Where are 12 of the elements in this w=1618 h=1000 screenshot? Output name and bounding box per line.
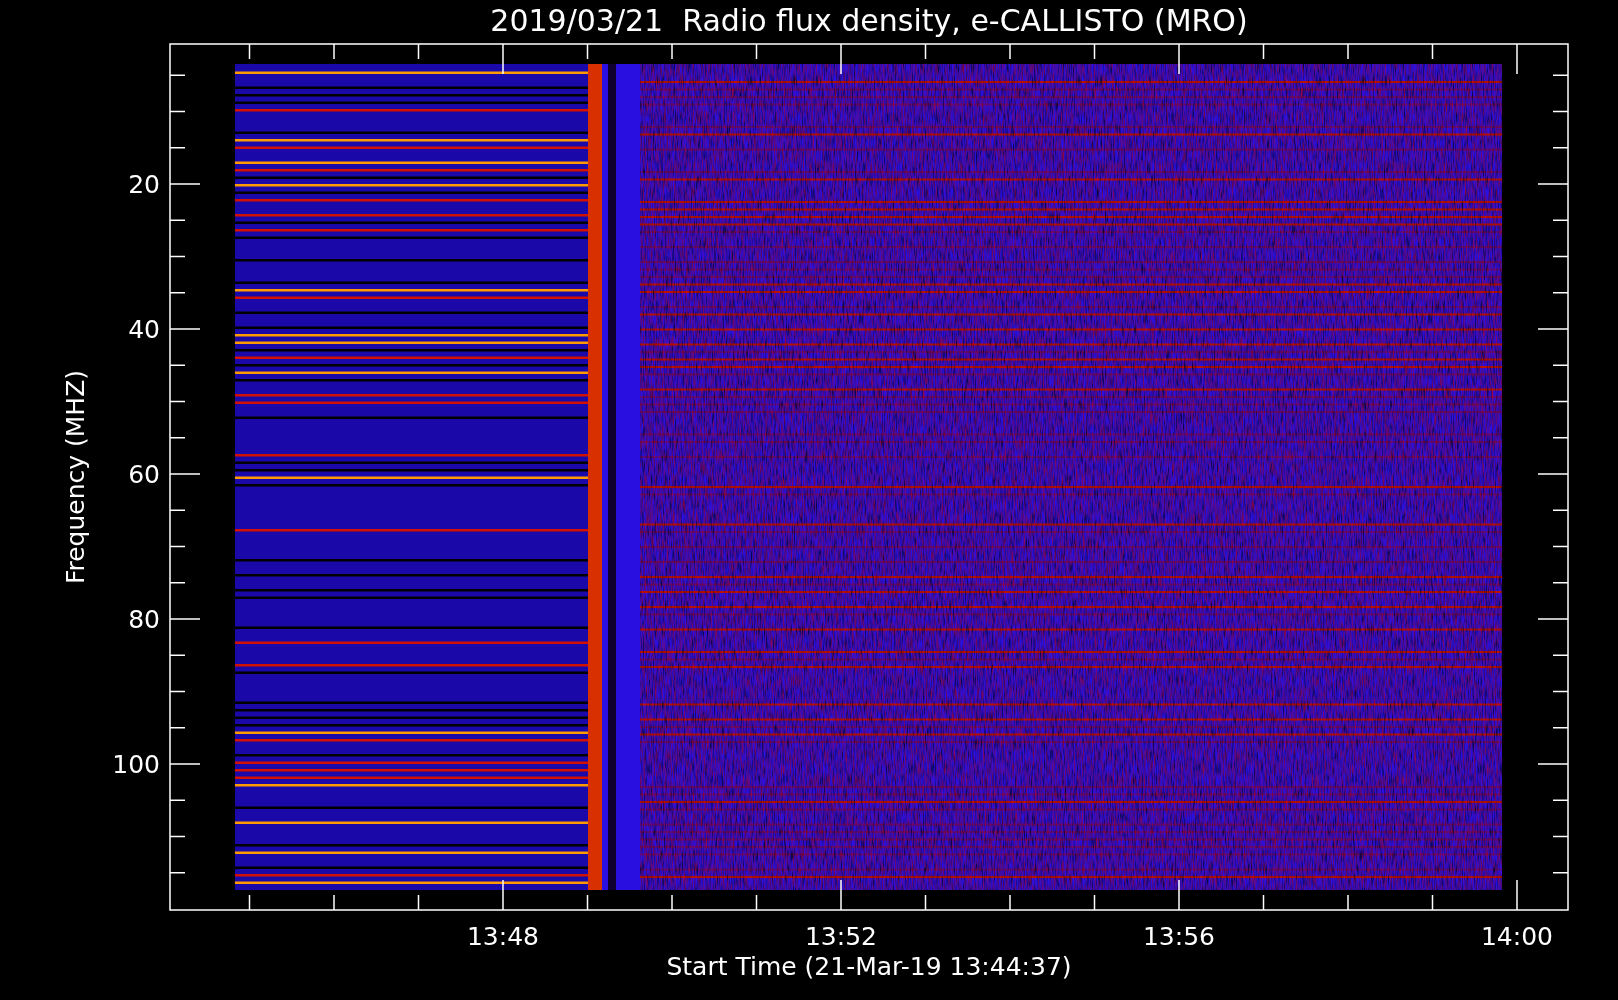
y-axis-label: Frequency (MHZ) (61, 369, 90, 585)
x-tick-label: 14:00 (1481, 922, 1553, 951)
y-tick-label: 20 (128, 170, 160, 199)
y-tick-label: 60 (128, 460, 160, 489)
y-tick-label: 40 (128, 315, 160, 344)
x-tick-label: 13:56 (1143, 922, 1215, 951)
x-tick-label: 13:48 (467, 922, 539, 951)
x-axis-label: Start Time (21-Mar-19 13:44:37) (666, 952, 1072, 981)
chart-title: 2019/03/21 Radio flux density, e-CALLISTO (MRO) (490, 3, 1248, 38)
y-tick-label: 100 (112, 750, 160, 779)
x-tick-label: 13:52 (805, 922, 877, 951)
y-tick-label: 80 (128, 605, 160, 634)
